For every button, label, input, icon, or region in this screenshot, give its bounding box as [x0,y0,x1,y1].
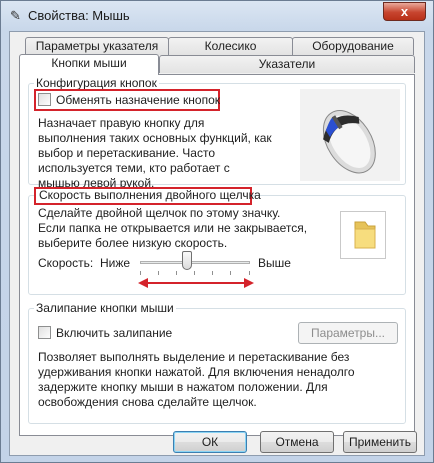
title-bar[interactable]: ✎ Свойства: Мышь x [1,1,433,31]
slider-thumb[interactable] [182,251,192,270]
click-lock-settings-button[interactable]: Параметры... [298,322,398,344]
mouse-icon: ✎ [10,8,21,23]
apply-button[interactable]: Применить [343,431,417,453]
cancel-button[interactable]: Отмена [260,431,334,453]
click-lock-description: Позволяет выполнять выделение и перетаск… [38,350,355,409]
mouse-illustration [300,89,400,181]
swap-buttons-label[interactable]: Обменять назначение кнопок [56,93,220,107]
speed-slider[interactable] [140,251,250,275]
swap-buttons-description: Назначает правую кнопку для выполнения т… [38,116,272,190]
double-click-title: Скорость выполнения двойного щелчка [39,188,261,202]
swap-buttons-checkbox[interactable] [38,93,51,106]
tab-wheel[interactable]: Колесико [168,37,293,55]
close-button[interactable]: x [383,2,426,21]
dialog-client-area: Параметры указателя Колесико Оборудовани… [9,31,425,456]
tab-mouse-buttons[interactable]: Кнопки мыши [19,54,159,75]
tab-pointers[interactable]: Указатели [159,55,415,73]
tab-pointer-options[interactable]: Параметры указателя [25,37,169,55]
mouse-properties-window: ✎ Свойства: Мышь x Параметры указателя К… [0,0,434,463]
test-folder-frame[interactable] [340,211,386,259]
click-lock-checkbox[interactable] [38,326,51,339]
mouse-buttons-panel: Конфигурация кнопок Обменять назначение … [19,74,415,436]
red-double-arrow [138,278,254,288]
slider-track[interactable] [140,261,250,264]
ok-button[interactable]: ОК [173,431,247,453]
speed-fast-label: Выше [258,256,291,270]
button-config-title: Конфигурация кнопок [34,76,159,90]
slider-ticks [140,271,250,275]
double-click-description: Сделайте двойной щелчок по этому значку.… [38,206,308,250]
speed-label: Скорость: [38,256,94,270]
folder-icon[interactable] [341,212,385,258]
speed-slow-label: Ниже [100,256,131,270]
window-title: Свойства: Мышь [28,8,130,23]
click-lock-title: Залипание кнопки мыши [34,301,176,315]
click-lock-label[interactable]: Включить залипание [56,326,172,340]
tab-hardware[interactable]: Оборудование [292,37,414,55]
